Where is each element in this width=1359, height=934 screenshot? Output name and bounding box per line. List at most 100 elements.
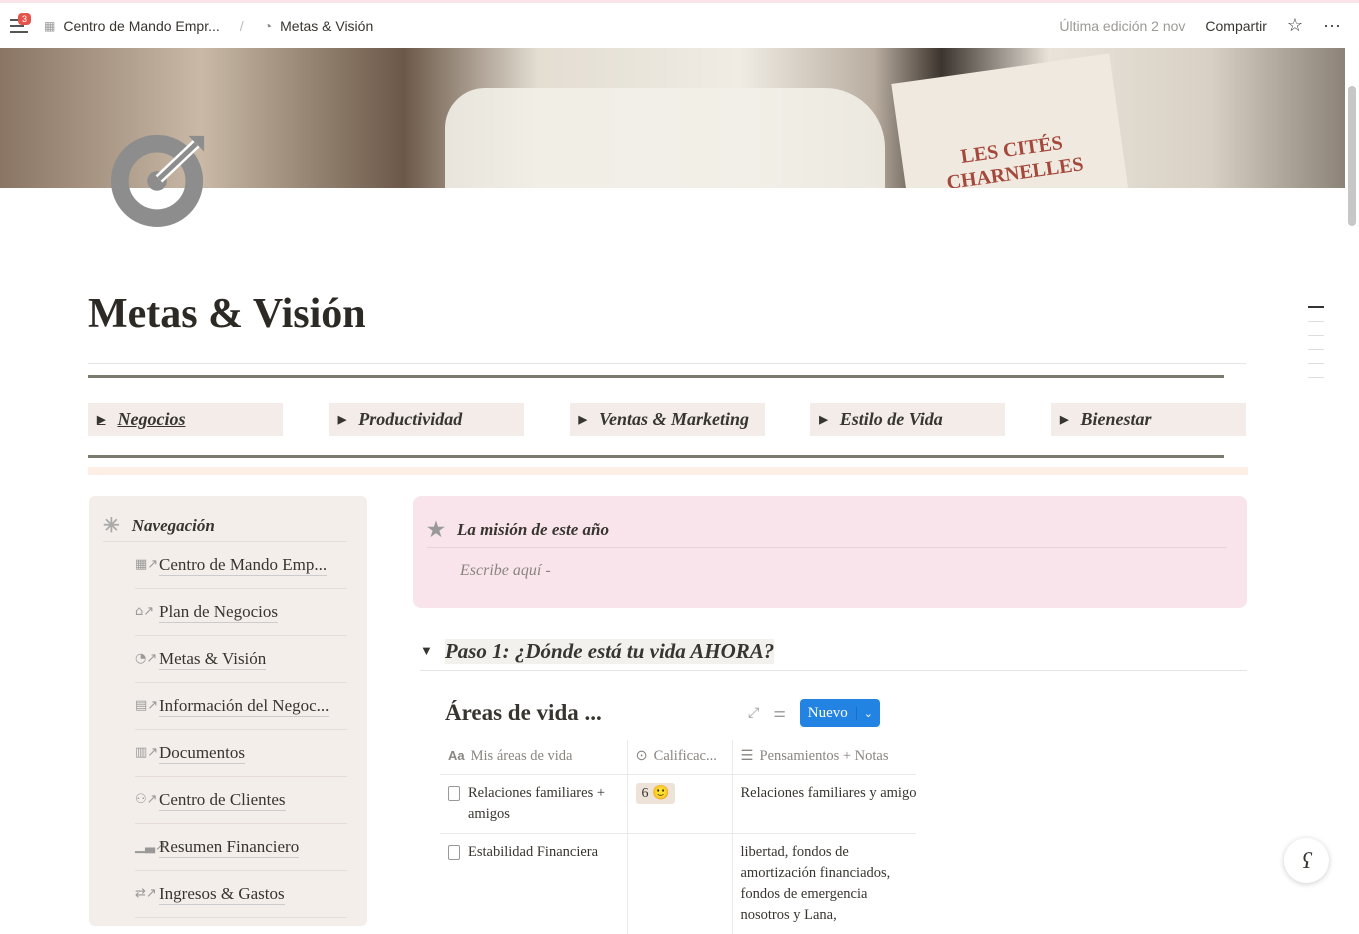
table-row[interactable]: Relaciones familiares + amigos 6 🙂 Relac…: [440, 773, 916, 833]
sidebar-menu-button[interactable]: 3: [10, 12, 32, 33]
toggle-ventas[interactable]: ▶ Ventas & Marketing: [569, 403, 765, 436]
table-header: Aa Mis áreas de vida ⊙ Calificac... ☰ Pensa…: [440, 740, 916, 774]
star-icon: ★: [427, 519, 445, 541]
toggle-row: ▶ Negocios ▶ Productividad ▶ Ventas & Marke…: [88, 403, 1246, 436]
building-icon: ▦: [44, 18, 56, 33]
new-button[interactable]: Nuevo ⌄: [799, 699, 880, 727]
text-lines-icon: ☰: [740, 748, 754, 765]
toggle-arrow-icon: ▶: [578, 414, 587, 426]
nav-link[interactable]: ▁▃↗ Resumen Financiero: [135, 824, 347, 871]
nav-link[interactable]: ⌂↗ Plan de Negocios: [135, 589, 347, 636]
cell-area[interactable]: Relaciones familiares + amigos: [440, 773, 627, 833]
expand-icon[interactable]: ⤢: [748, 705, 759, 721]
more-icon[interactable]: ···: [1323, 15, 1341, 36]
column-label: Mis áreas de vida: [470, 748, 573, 765]
rating-tag: 6 🙂: [635, 782, 676, 804]
cell-text: Relaciones familiares + amigos: [468, 784, 606, 822]
cell-rating[interactable]: [626, 832, 732, 934]
share-button[interactable]: Compartir: [1205, 18, 1266, 34]
divider: [88, 455, 1224, 458]
people-link-icon: ⚇↗: [135, 792, 158, 807]
exchange-link-icon: ⇄↗: [135, 886, 157, 901]
toggle-productividad[interactable]: ▶ Productividad: [328, 403, 524, 436]
toggle-arrow-icon: ▶: [337, 414, 347, 426]
mission-input[interactable]: Escribe aquí -: [460, 562, 1227, 580]
database-view: Áreas de vida ... ⤢ ⚌ Nuevo ⌄ Aa Mis áreas…: [440, 698, 916, 934]
cell-rating[interactable]: 6 🙂: [626, 773, 732, 833]
table-row[interactable]: Estabilidad Financiera libertad, fondos …: [440, 832, 916, 934]
toggle-arrow-icon: ▶: [97, 414, 106, 426]
nav-link-label: Metas & Visión: [159, 648, 267, 670]
new-label: Nuevo: [807, 704, 848, 721]
building-link-icon: ▦↗: [135, 557, 159, 572]
top-bar: 3 ▦ Centro de Mando Empr... / ◔ Metas & …: [0, 0, 1359, 48]
breadcrumb-item[interactable]: Metas & Visión: [280, 18, 373, 34]
table-of-contents[interactable]: [1308, 306, 1324, 391]
column-header[interactable]: ☰ Pensamientos + Notas: [731, 740, 916, 774]
help-button[interactable]: ʕ: [1284, 838, 1329, 883]
files-link-icon: ▥↗: [135, 745, 159, 760]
nav-link[interactable]: ⚇↗ Centro de Clientes: [135, 777, 347, 824]
divider: [88, 363, 1246, 364]
toggle-negocios[interactable]: ▶ Negocios: [88, 403, 283, 436]
cell-notes[interactable]: libertad, fondos de amortización financi…: [731, 832, 916, 934]
page-icon: [448, 785, 460, 801]
sparkle-icon: ✳: [103, 515, 120, 537]
breadcrumb: ▦ Centro de Mando Empr... / ◔ Metas & Vi…: [44, 18, 373, 34]
database-title[interactable]: Áreas de vida ...: [440, 700, 602, 726]
document-link-icon: ▤↗: [135, 698, 159, 713]
filter-settings-icon[interactable]: ⚌: [773, 705, 786, 721]
chart-link-icon: ▁▃↗: [135, 839, 166, 854]
chevron-down-icon[interactable]: ⌄: [855, 706, 880, 720]
page-title: Metas & Visión: [88, 291, 366, 337]
help-icon: ʕ: [1301, 847, 1312, 873]
scrollbar[interactable]: [1348, 86, 1356, 226]
divider: [88, 375, 1224, 378]
star-icon[interactable]: ☆: [1287, 15, 1303, 36]
cell-area[interactable]: Estabilidad Financiera: [440, 832, 627, 934]
nav-link[interactable]: ▦↗ Centro de Mando Emp...: [135, 542, 347, 589]
target-link-icon: ◔↗: [135, 651, 158, 666]
cell-notes[interactable]: Relaciones familiares y amigos: [731, 773, 916, 833]
last-edited: Última edición 2 nov: [1059, 17, 1186, 34]
nav-link[interactable]: ▥↗ Documentos: [135, 730, 347, 777]
database-table: Aa Mis áreas de vida ⊙ Calificac... ☰ Pensa…: [440, 740, 916, 934]
nav-link-label: Información del Negoc...: [159, 695, 330, 717]
toggle-estilo[interactable]: ▶ Estilo de Vida: [810, 403, 1006, 436]
nav-link[interactable]: ▤↗ Información del Negoc...: [135, 683, 347, 730]
notification-badge: 3: [18, 12, 32, 25]
nav-link-label: Resumen Financiero: [159, 836, 300, 858]
toggle-arrow-icon: ▶: [1060, 414, 1069, 426]
cell-text: Estabilidad Financiera: [468, 843, 599, 860]
nav-link-label: Plan de Negocios: [159, 601, 278, 623]
navigation-callout: ✳ Navegación ▦↗ Centro de Mando Emp... ⌂↗ P…: [89, 496, 367, 926]
column-header[interactable]: Aa Mis áreas de vida: [440, 740, 627, 774]
column-header[interactable]: ⊙ Calificac...: [626, 740, 732, 774]
toggle-label: Estilo de Vida: [839, 409, 943, 429]
toggle-bienestar[interactable]: ▶ Bienestar: [1051, 403, 1246, 436]
toggle-arrow-icon[interactable]: ▼: [420, 643, 433, 659]
step1-title: Paso 1: ¿Dónde está tu vida AHORA?: [444, 638, 775, 664]
house-link-icon: ⌂↗: [135, 604, 155, 619]
divider: [88, 467, 1248, 475]
mission-title: La misión de este año: [456, 519, 609, 539]
step1-toggle-heading[interactable]: ▼ Paso 1: ¿Dónde está tu vida AHORA?: [420, 632, 1247, 671]
column-label: Calificac...: [653, 748, 717, 765]
car-image: [445, 88, 885, 188]
nav-link[interactable]: ⇄↗ Ingresos & Gastos: [135, 871, 347, 918]
nav-link-label: Ingresos & Gastos: [159, 883, 285, 905]
select-type-icon: ⊙: [635, 748, 648, 765]
mission-callout: ★ La misión de este año Escribe aquí -: [413, 496, 1247, 608]
toggle-label: Negocios: [117, 409, 186, 429]
book-image: LES CITÉS CHARNELLES: [891, 53, 1129, 188]
page-icon: [448, 844, 460, 860]
nav-link[interactable]: ◔↗ Metas & Visión: [135, 636, 347, 683]
target-icon: [110, 134, 205, 228]
toggle-label: Productividad: [358, 409, 463, 429]
nav-link-label: Centro de Mando Emp...: [159, 554, 328, 576]
column-label: Pensamientos + Notas: [759, 748, 889, 765]
nav-link-label: Documentos: [159, 742, 245, 764]
breadcrumb-item[interactable]: Centro de Mando Empr...: [63, 18, 219, 34]
nav-title: Navegación: [131, 515, 215, 535]
toggle-arrow-icon: ▶: [819, 414, 828, 426]
